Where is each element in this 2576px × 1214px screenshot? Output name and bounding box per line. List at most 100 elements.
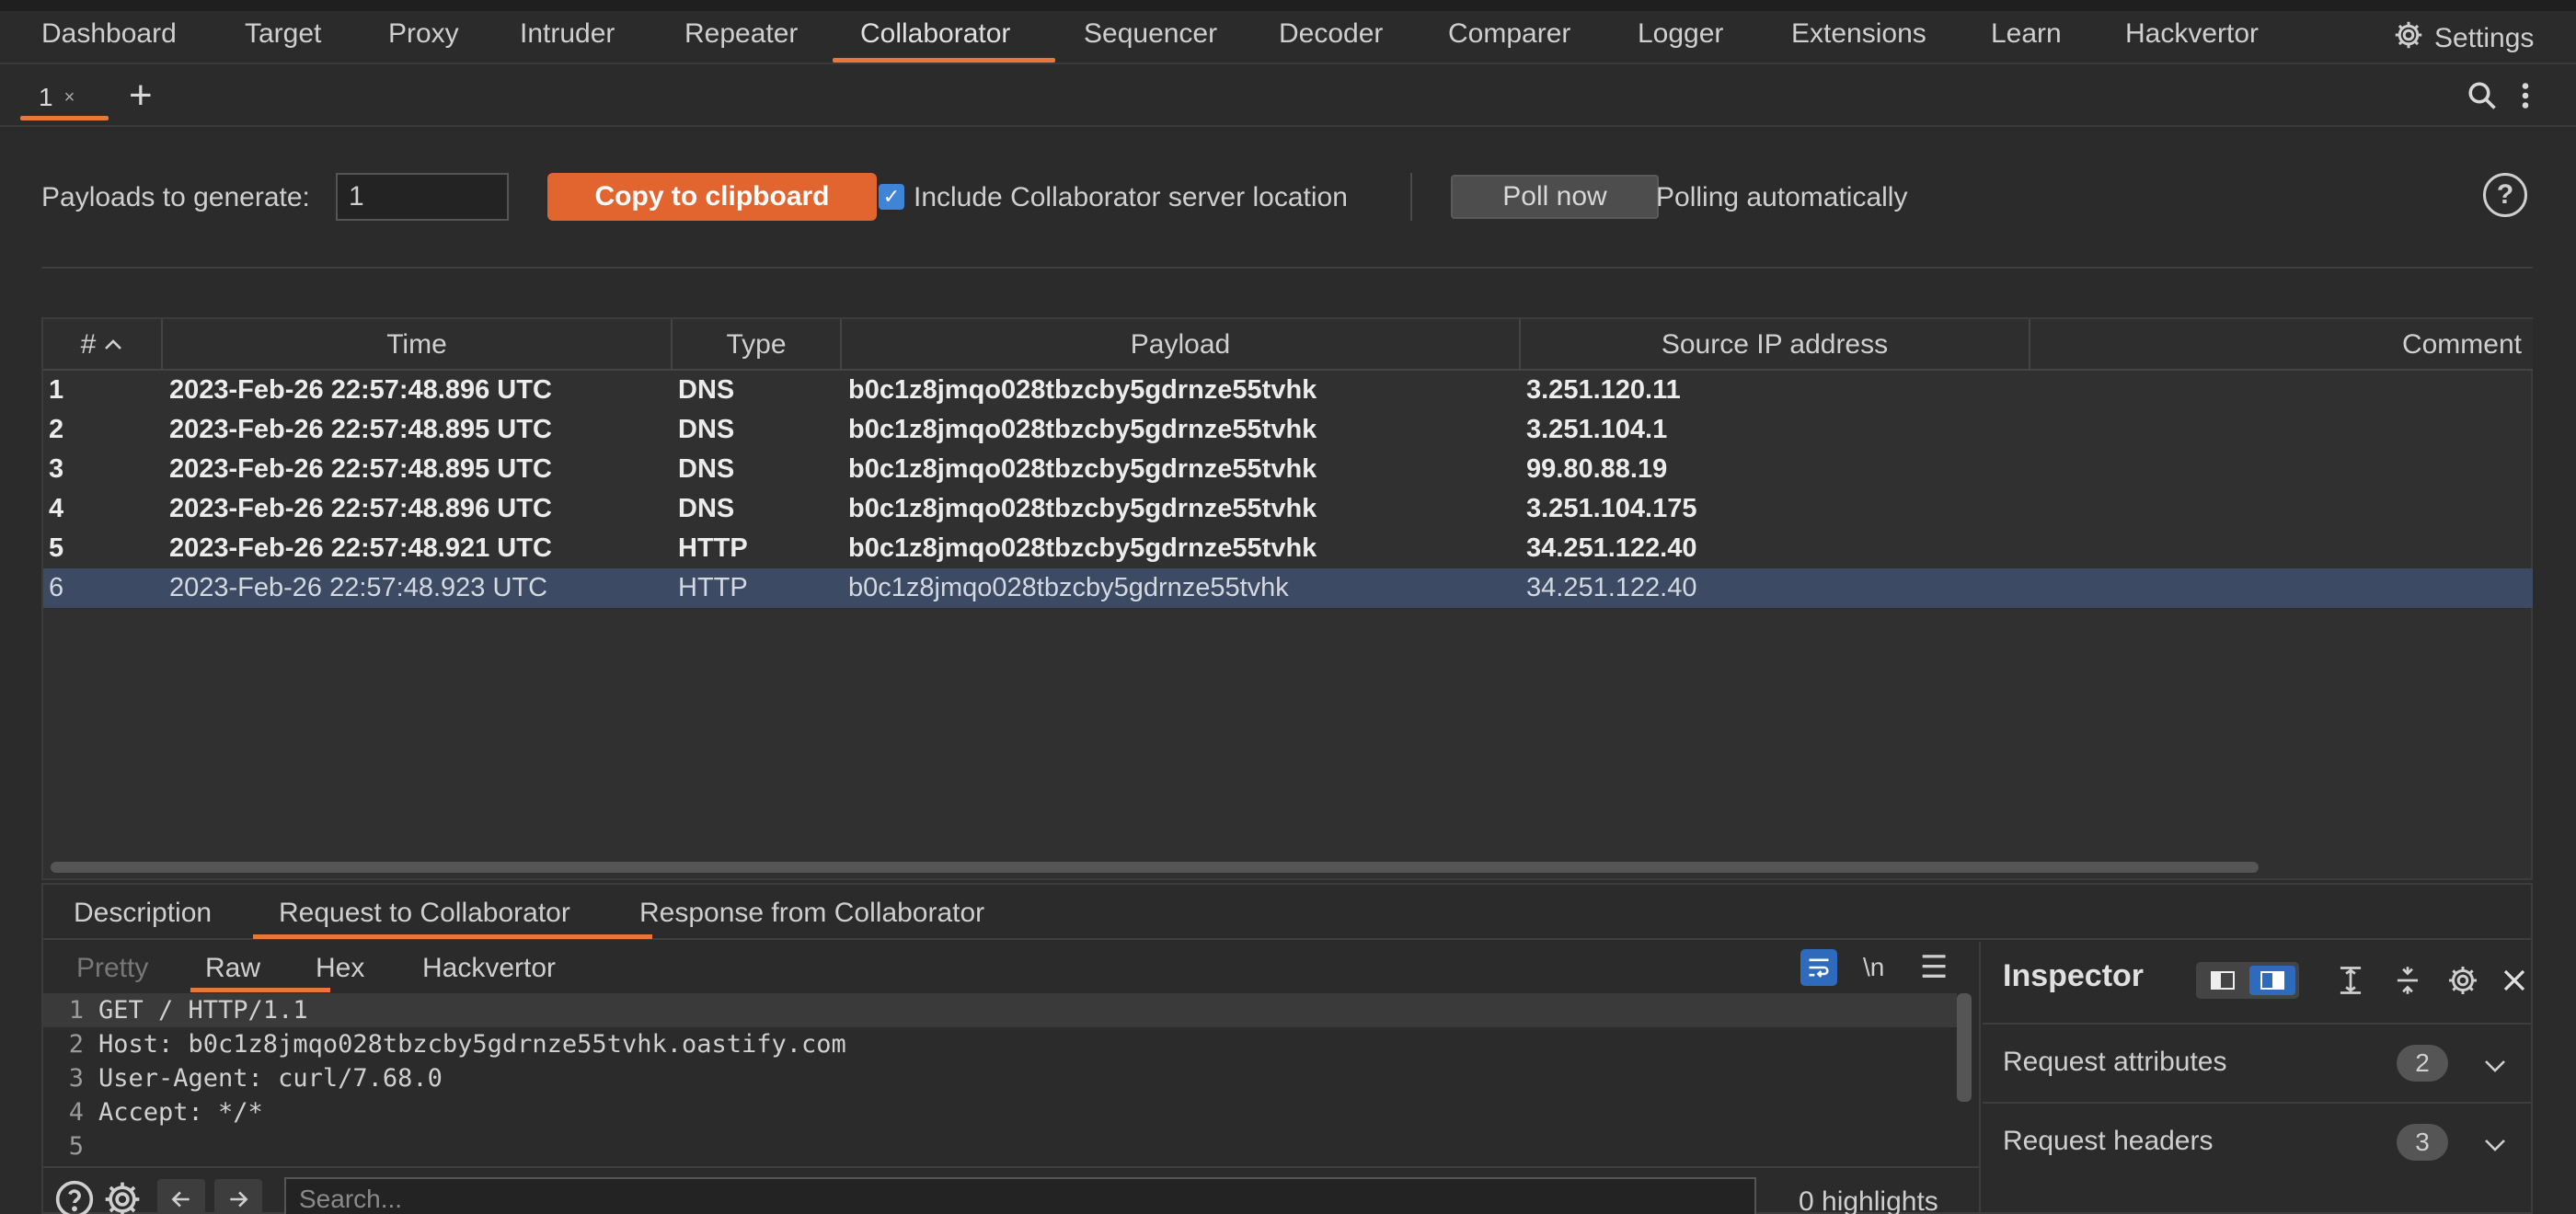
line-number: 4 <box>68 1098 84 1127</box>
cell-number: 4 <box>49 494 64 523</box>
arrow-right-icon <box>226 1187 250 1211</box>
nav-tab-collaborator[interactable]: Collaborator <box>860 18 1010 50</box>
table-row[interactable]: 4 2023-Feb-26 22:57:48.896 UTC DNS b0c1z… <box>43 489 2533 529</box>
nav-tab-learn[interactable]: Learn <box>1991 18 2062 50</box>
word-wrap-toggle[interactable] <box>1800 949 1837 986</box>
table-row[interactable]: 1 2023-Feb-26 22:57:48.896 UTC DNS b0c1z… <box>43 371 2533 410</box>
tab-description[interactable]: Description <box>74 898 212 929</box>
column-header-comment[interactable]: Comment <box>2030 319 2533 371</box>
payloads-label: Payloads to generate: <box>41 182 310 212</box>
table-header: # Time Type Payload Source IP address Co… <box>43 319 2533 371</box>
code-line: 4 Accept: */* <box>43 1095 1957 1129</box>
column-header-type[interactable]: Type <box>673 319 842 371</box>
column-label: Time <box>386 329 447 360</box>
line-text: Host: b0c1z8jmqo028tbzcby5gdrnze55tvhk.o… <box>98 1030 846 1059</box>
editor-view-tabs: Pretty Raw Hex Hackvertor \n ☰ <box>43 942 1979 992</box>
gear-icon[interactable] <box>2446 964 2479 997</box>
editor-search-bar: 0 highlights <box>43 1166 1979 1214</box>
next-match-button[interactable] <box>214 1179 262 1214</box>
cell-source-ip: 3.251.104.175 <box>1526 494 1697 523</box>
tab-hackvertor[interactable]: Hackvertor <box>422 953 556 984</box>
close-icon[interactable]: × <box>64 87 75 109</box>
tab-raw[interactable]: Raw <box>205 953 260 984</box>
expand-all-icon[interactable] <box>2334 964 2367 997</box>
cell-type: DNS <box>678 494 735 523</box>
nav-tab-hackvertor[interactable]: Hackvertor <box>2125 18 2259 50</box>
payloads-count-input[interactable] <box>336 173 509 221</box>
line-text: GET / HTTP/1.1 <box>98 996 308 1025</box>
nav-tab-target[interactable]: Target <box>245 18 321 50</box>
collaborator-tab-1[interactable]: 1 × <box>20 77 109 118</box>
main-nav: Dashboard Target Proxy Intruder Repeater… <box>0 0 2576 64</box>
vertical-scrollbar[interactable] <box>1957 993 1972 1102</box>
count-badge: 3 <box>2397 1124 2448 1161</box>
request-text[interactable]: 1 GET / HTTP/1.1 2 Host: b0c1z8jmqo028tb… <box>43 993 1957 1159</box>
cell-payload: b0c1z8jmqo028tbzcby5gdrnze55tvhk <box>848 573 1289 602</box>
inspector-section-request-attributes[interactable]: Request attributes 2 <box>1983 1023 2533 1100</box>
polling-status: Polling automatically <box>1656 182 1908 212</box>
cell-time: 2023-Feb-26 22:57:48.896 UTC <box>169 375 552 405</box>
nav-tab-comparer[interactable]: Comparer <box>1448 18 1570 50</box>
add-tab-button[interactable]: + <box>129 75 153 116</box>
show-newlines-toggle[interactable]: \n <box>1863 953 1884 982</box>
table-row[interactable]: 3 2023-Feb-26 22:57:48.895 UTC DNS b0c1z… <box>43 450 2533 489</box>
section-label: Request attributes <box>2003 1047 2227 1077</box>
arrow-left-icon <box>169 1187 193 1211</box>
table-row-selected[interactable]: 6 2023-Feb-26 22:57:48.923 UTC HTTP b0c1… <box>43 568 2533 608</box>
nav-tab-sequencer[interactable]: Sequencer <box>1084 18 1217 50</box>
nav-tab-intruder[interactable]: Intruder <box>520 18 615 50</box>
cell-type: DNS <box>678 454 735 484</box>
cell-number: 2 <box>49 415 64 444</box>
column-header-number[interactable]: # <box>43 319 163 371</box>
cell-source-ip: 34.251.122.40 <box>1526 533 1697 563</box>
code-line: 2 Host: b0c1z8jmqo028tbzcby5gdrnze55tvhk… <box>43 1027 1957 1061</box>
layout-left-panel-icon[interactable] <box>2200 966 2246 995</box>
cell-time: 2023-Feb-26 22:57:48.895 UTC <box>169 454 552 484</box>
title-strip <box>0 0 2576 11</box>
horizontal-scrollbar[interactable] <box>51 862 2259 873</box>
close-icon[interactable] <box>2498 964 2531 997</box>
table-row[interactable]: 5 2023-Feb-26 22:57:48.921 UTC HTTP b0c1… <box>43 529 2533 568</box>
nav-tab-proxy[interactable]: Proxy <box>388 18 459 50</box>
tab-hex[interactable]: Hex <box>316 953 364 984</box>
layout-right-panel-icon[interactable] <box>2249 966 2295 995</box>
help-icon[interactable] <box>54 1179 95 1214</box>
tab-response-from-collaborator[interactable]: Response from Collaborator <box>639 898 984 929</box>
hamburger-menu-icon[interactable]: ☰ <box>1920 949 1948 986</box>
line-text: Accept: */* <box>98 1098 263 1127</box>
column-label: Type <box>726 329 787 360</box>
cell-type: HTTP <box>678 533 748 563</box>
cell-payload: b0c1z8jmqo028tbzcby5gdrnze55tvhk <box>848 533 1317 563</box>
cell-source-ip: 3.251.120.11 <box>1526 375 1681 405</box>
column-header-source-ip[interactable]: Source IP address <box>1521 319 2030 371</box>
cell-payload: b0c1z8jmqo028tbzcby5gdrnze55tvhk <box>848 415 1317 444</box>
gear-icon[interactable] <box>102 1179 143 1214</box>
help-icon[interactable]: ? <box>2483 173 2527 217</box>
cell-payload: b0c1z8jmqo028tbzcby5gdrnze55tvhk <box>848 375 1317 405</box>
column-label: # <box>80 329 97 360</box>
include-location-checkbox[interactable]: ✓ <box>879 184 904 210</box>
nav-tab-decoder[interactable]: Decoder <box>1279 18 1383 50</box>
copy-to-clipboard-button[interactable]: Copy to clipboard <box>547 173 877 221</box>
cell-time: 2023-Feb-26 22:57:48.923 UTC <box>169 573 548 602</box>
tab-request-to-collaborator[interactable]: Request to Collaborator <box>279 898 570 929</box>
column-header-payload[interactable]: Payload <box>842 319 1521 371</box>
table-row[interactable]: 2 2023-Feb-26 22:57:48.895 UTC DNS b0c1z… <box>43 410 2533 450</box>
inspector-section-request-headers[interactable]: Request headers 3 <box>1983 1102 2533 1179</box>
previous-match-button[interactable] <box>157 1179 205 1214</box>
poll-now-button[interactable]: Poll now <box>1451 175 1659 219</box>
nav-tab-repeater[interactable]: Repeater <box>684 18 798 50</box>
line-number: 5 <box>68 1132 84 1159</box>
search-icon[interactable] <box>2466 79 2499 120</box>
code-line: 1 GET / HTTP/1.1 <box>43 993 1957 1027</box>
nav-tab-dashboard[interactable]: Dashboard <box>41 18 177 50</box>
search-input[interactable] <box>284 1177 1756 1214</box>
collapse-all-icon[interactable] <box>2391 964 2424 997</box>
nav-tab-extensions[interactable]: Extensions <box>1791 18 1926 50</box>
more-options-icon[interactable] <box>2519 79 2532 120</box>
settings-button[interactable]: Settings <box>2392 18 2534 59</box>
nav-tab-logger[interactable]: Logger <box>1638 18 1723 50</box>
cell-type: DNS <box>678 375 735 405</box>
tab-pretty[interactable]: Pretty <box>76 953 148 984</box>
column-header-time[interactable]: Time <box>163 319 673 371</box>
